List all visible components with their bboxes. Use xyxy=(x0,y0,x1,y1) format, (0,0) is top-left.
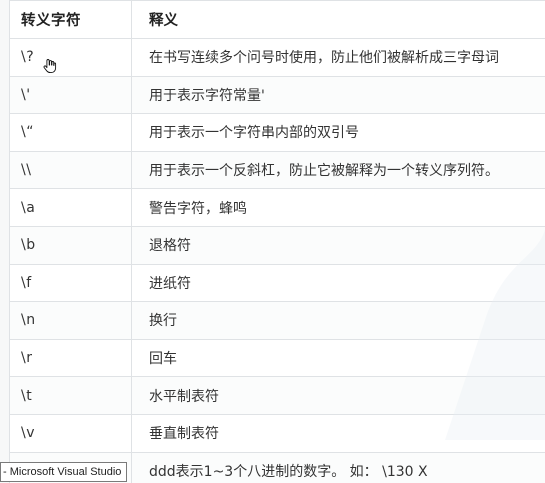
meaning-cell: 警告字符，蜂鸣 xyxy=(131,188,545,227)
table-row: \a 警告字符，蜂鸣 xyxy=(9,188,545,227)
table-row: \“ 用于表示一个字符串内部的双引号 xyxy=(9,113,545,152)
screen: 转义字符 释义 \? 在书写连续多个问号时使用，防止他们被解析成三字母词 \' … xyxy=(0,0,545,483)
meaning-cell: 用于表示字符常量' xyxy=(131,75,545,115)
meaning-cell: 回车 xyxy=(131,338,545,378)
table-row: \r 回车 xyxy=(9,338,545,378)
meaning-cell: 退格符 xyxy=(131,225,545,265)
escape-code-cell: \“ xyxy=(9,113,132,152)
escape-character-table: 转义字符 释义 \? 在书写连续多个问号时使用，防止他们被解析成三字母词 \' … xyxy=(9,0,545,483)
meaning-cell: 换行 xyxy=(131,301,545,340)
table-row: \b 退格符 xyxy=(9,225,545,265)
escape-code-cell: \? xyxy=(9,38,132,77)
hand-pointer-icon xyxy=(43,59,57,74)
escape-code-cell: \f xyxy=(9,263,132,303)
column-header-escape-char: 转义字符 xyxy=(9,0,132,39)
table-row: \? 在书写连续多个问号时使用，防止他们被解析成三字母词 xyxy=(9,38,545,77)
table-row: \\ 用于表示一个反斜杠，防止它被解释为一个转义序列符。 xyxy=(9,150,545,190)
meaning-cell: 用于表示一个字符串内部的双引号 xyxy=(131,113,545,152)
meaning-cell: 垂直制表符 xyxy=(131,413,545,453)
escape-code-cell: \n xyxy=(9,301,132,340)
escape-code-cell: \b xyxy=(9,225,132,265)
escape-code-cell: \v xyxy=(9,413,132,453)
column-header-meaning: 释义 xyxy=(131,0,545,39)
table-row: \n 换行 xyxy=(9,301,545,340)
meaning-cell: ddd表示1~3个八进制的数字。 如： \130 X xyxy=(131,451,545,483)
escape-code-cell: \a xyxy=(9,188,132,227)
table-row: \v 垂直制表符 xyxy=(9,413,545,453)
table-row: \' 用于表示字符常量' xyxy=(9,75,545,115)
meaning-cell: 用于表示一个反斜杠，防止它被解释为一个转义序列符。 xyxy=(131,150,545,190)
escape-code-cell: \' xyxy=(9,75,132,115)
taskbar-tooltip: - Microsoft Visual Studio xyxy=(0,462,128,482)
meaning-cell: 在书写连续多个问号时使用，防止他们被解析成三字母词 xyxy=(131,38,545,77)
meaning-cell: 水平制表符 xyxy=(131,376,545,415)
table-row: \t 水平制表符 xyxy=(9,376,545,415)
escape-code-cell: \t xyxy=(9,376,132,415)
meaning-cell: 进纸符 xyxy=(131,263,545,303)
table-header-row: 转义字符 释义 xyxy=(9,0,545,39)
escape-code-cell: \r xyxy=(9,338,132,378)
escape-code-cell: \\ xyxy=(9,150,132,190)
table-row: \f 进纸符 xyxy=(9,263,545,303)
